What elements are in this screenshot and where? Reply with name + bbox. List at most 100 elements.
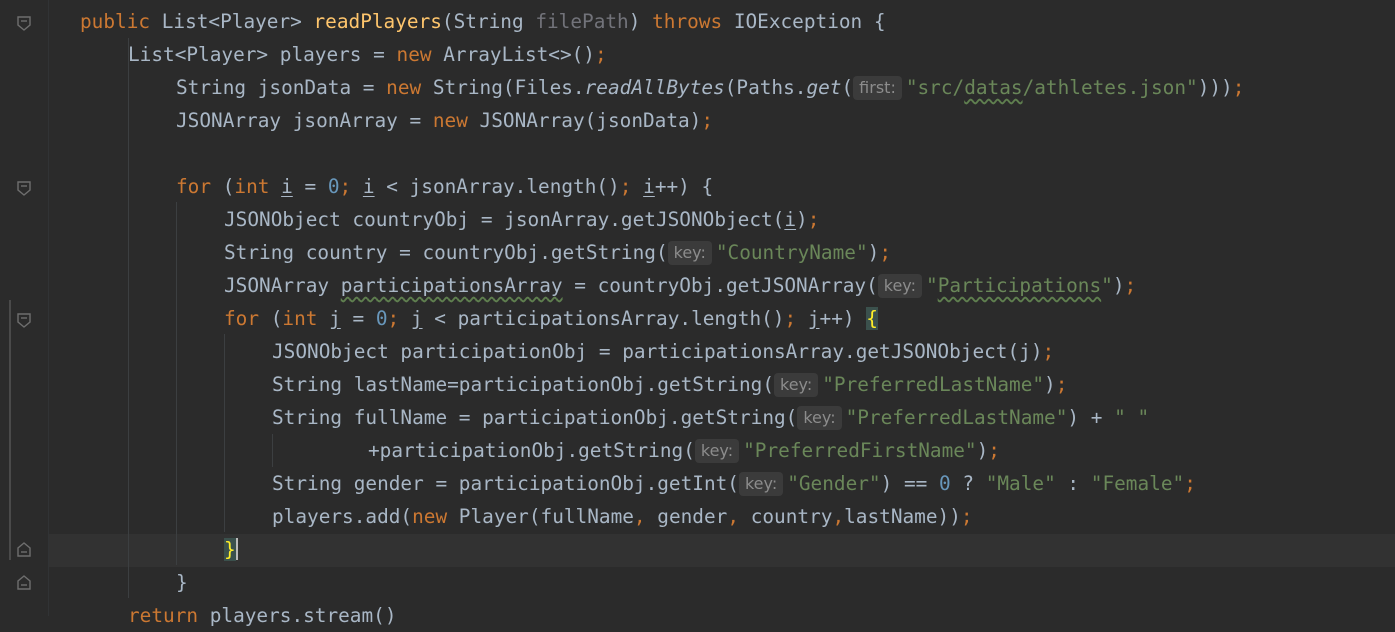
code-text: +participationObj.getString(: [368, 439, 695, 462]
typo-string: Participations: [937, 274, 1102, 297]
code-text: String country = countryObj.getString(: [224, 241, 668, 264]
string-literal: ": [926, 274, 938, 297]
fold-icon[interactable]: [15, 311, 33, 329]
semicolon: ;: [1124, 274, 1137, 297]
code-text: ++): [819, 307, 867, 330]
reassigned-variable: i: [362, 175, 375, 198]
code-line[interactable]: for (int i = 0; i < jsonArray.length(); …: [176, 170, 713, 203]
code-line[interactable]: String fullName = participationObj.getSt…: [272, 401, 1149, 434]
typo-identifier: participationsArray: [340, 274, 563, 297]
code-text: (String: [441, 10, 536, 33]
semicolon: ;: [1184, 472, 1196, 495]
string-literal: "src/: [905, 76, 965, 99]
code-line[interactable]: JSONObject participationObj = participat…: [272, 335, 1054, 368]
reassigned-variable: i: [784, 208, 797, 231]
code-text: gender: [645, 505, 728, 528]
keyword: new: [412, 505, 448, 528]
indent-guide: [128, 38, 129, 598]
code-line[interactable]: public List<Player> readPlayers(String f…: [80, 5, 886, 38]
number-literal: 0: [327, 175, 340, 198]
semicolon: ;: [619, 175, 632, 198]
code-text: JSONArray(jsonData): [467, 109, 702, 132]
parameter-hint: key:: [797, 406, 842, 430]
code-text: (: [211, 175, 235, 198]
code-text: String fullName = participationObj.getSt…: [272, 406, 798, 429]
code-line[interactable]: String country = countryObj.getString(ke…: [224, 236, 891, 269]
vcs-change-marker: [9, 300, 11, 560]
code-text: Player(fullName: [447, 505, 634, 528]
parameter-hint: key:: [877, 274, 922, 298]
keyword: int: [234, 175, 270, 198]
code-line[interactable]: String lastName=participationObj.getStri…: [272, 368, 1067, 401]
code-text: ++) {: [654, 175, 714, 198]
reassigned-variable: j: [410, 307, 423, 330]
fold-end-icon[interactable]: [15, 541, 33, 559]
fold-icon[interactable]: [15, 179, 33, 197]
keyword: int: [282, 307, 318, 330]
semicolon: ;: [701, 109, 714, 132]
code-text: ): [1044, 373, 1056, 396]
semicolon: ;: [1232, 76, 1245, 99]
comma: ,: [727, 505, 740, 528]
code-text: :: [1055, 472, 1091, 495]
keyword: for: [176, 175, 212, 198]
code-text: country: [739, 505, 833, 528]
semicolon: ;: [1042, 340, 1055, 363]
static-method: readAllBytes: [584, 76, 725, 99]
code-line[interactable]: }: [176, 566, 188, 599]
code-text: List<Player>: [150, 10, 314, 33]
string-literal: "PreferredLastName": [822, 373, 1045, 396]
code-line[interactable]: String gender = participationObj.getInt(…: [272, 467, 1196, 500]
code-text: String jsonData =: [176, 76, 387, 99]
code-text: ): [976, 439, 989, 462]
static-method: get: [806, 76, 842, 99]
code-line[interactable]: +participationObj.getString(key: "Preferr…: [368, 434, 1000, 467]
string-literal: ": [1101, 274, 1113, 297]
editor-gutter: [0, 0, 49, 616]
text-caret: [235, 538, 238, 560]
parameter-hint: key:: [738, 472, 784, 496]
code-text: ?: [950, 472, 986, 495]
string-literal: "Female": [1090, 472, 1185, 495]
code-line[interactable]: players.add(new Player(fullName, gender,…: [272, 500, 973, 533]
code-line[interactable]: JSONArray participationsArray = countryO…: [224, 269, 1136, 302]
code-text: ) ==: [880, 472, 939, 495]
code-text: ): [796, 208, 808, 231]
semicolon: ;: [339, 175, 352, 198]
code-text: =: [292, 175, 328, 198]
method-name: readPlayers: [313, 10, 442, 33]
code-text: JSONArray: [224, 274, 341, 297]
code-text: < jsonArray.length(): [374, 175, 620, 198]
semicolon: ;: [879, 241, 891, 264]
code-text: ): [1112, 274, 1125, 297]
string-literal: "PreferredFirstName": [743, 439, 977, 462]
semicolon: ;: [595, 43, 607, 66]
code-line[interactable]: JSONObject countryObj = jsonArray.getJSO…: [224, 203, 819, 236]
code-text: (: [259, 307, 283, 330]
code-line[interactable]: List<Player> players = new ArrayList<>()…: [128, 38, 607, 71]
typo-string: datas: [964, 76, 1023, 99]
keyword: throws: [652, 10, 723, 33]
code-line[interactable]: }: [224, 533, 238, 566]
reassigned-variable: j: [329, 307, 341, 330]
code-text: String gender = participationObj.getInt(: [272, 472, 739, 495]
reassigned-variable: i: [643, 175, 655, 198]
fold-icon[interactable]: [15, 14, 33, 32]
string-literal: "Gender": [787, 472, 881, 495]
fold-end-icon[interactable]: [15, 574, 33, 592]
number-literal: 0: [375, 307, 388, 330]
code-text: lastName)): [844, 505, 961, 528]
code-line[interactable]: String jsonData = new String(Files.readA…: [176, 71, 1244, 104]
reassigned-variable: j: [807, 307, 820, 330]
code-editor[interactable]: public List<Player> readPlayers(String f…: [0, 0, 1395, 627]
indent-guide: [224, 334, 225, 532]
code-line[interactable]: for (int j = 0; j < participationsArray.…: [224, 302, 878, 335]
code-line[interactable]: JSONArray jsonArray = new JSONArray(json…: [176, 104, 713, 137]
code-text: IOException {: [722, 10, 886, 33]
code-text: =: [340, 307, 376, 330]
code-text: (: [841, 76, 854, 99]
